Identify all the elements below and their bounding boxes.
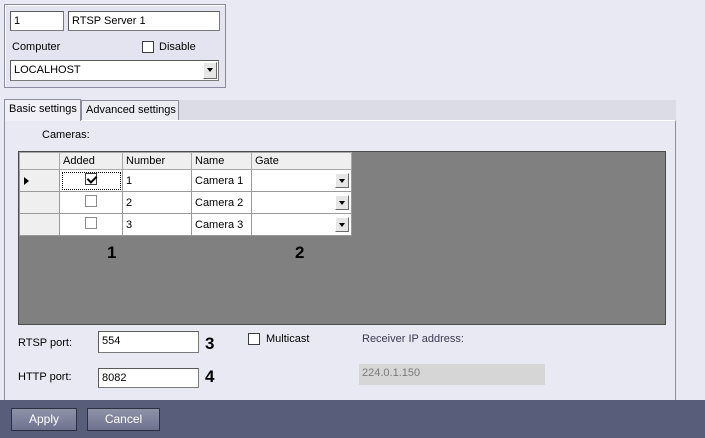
gate-cell[interactable] (251, 213, 352, 236)
current-row-arrow-icon (20, 170, 30, 192)
number-cell[interactable]: 2 (122, 191, 192, 214)
table-row[interactable]: 3 Camera 3 (19, 213, 352, 236)
receiver-ip-label: Receiver IP address: (362, 333, 464, 345)
column-header-added[interactable]: Added (59, 152, 123, 170)
name-cell[interactable]: Camera 1 (191, 169, 252, 192)
gate-cell[interactable] (251, 169, 352, 192)
row-selector[interactable] (19, 169, 60, 192)
gate-cell[interactable] (251, 191, 352, 214)
callout-1: 1 (107, 243, 117, 262)
computer-select-value: LOCALHOST (14, 64, 81, 76)
tab-strip-filler (179, 100, 676, 120)
cameras-grid: Added Number Name Gate 1 Camera 1 2 Came… (18, 151, 666, 325)
rtsp-port-label: RTSP port: (18, 337, 73, 349)
bottom-toolbar: Apply Cancel (0, 400, 705, 438)
chevron-down-icon[interactable] (335, 195, 349, 210)
added-checkbox[interactable] (85, 217, 97, 229)
http-port-label: HTTP port: (18, 371, 72, 383)
added-cell[interactable] (59, 191, 123, 214)
cancel-button[interactable]: Cancel (87, 408, 160, 431)
disable-label: Disable (159, 41, 196, 53)
name-cell[interactable]: Camera 3 (191, 213, 252, 236)
tab-basic-settings[interactable]: Basic settings (4, 99, 81, 121)
column-header-number[interactable]: Number (122, 152, 192, 170)
number-cell[interactable]: 1 (122, 169, 192, 192)
chevron-down-icon[interactable] (203, 62, 217, 79)
rtsp-port-input[interactable]: 554 (98, 331, 199, 353)
chevron-down-icon[interactable] (335, 173, 349, 188)
apply-button[interactable]: Apply (11, 408, 77, 431)
multicast-label: Multicast (266, 333, 310, 345)
table-row[interactable]: 1 Camera 1 (19, 169, 352, 192)
added-cell[interactable] (59, 169, 123, 192)
object-panel: 1 RTSP Server 1 Computer Disable LOCALHO… (4, 4, 226, 88)
computer-select[interactable]: LOCALHOST (10, 60, 219, 81)
name-cell[interactable]: Camera 2 (191, 191, 252, 214)
cameras-table: Added Number Name Gate 1 Camera 1 2 Came… (19, 152, 352, 236)
number-cell[interactable]: 3 (122, 213, 192, 236)
column-header-gate[interactable]: Gate (251, 152, 352, 170)
disable-checkbox[interactable] (142, 41, 154, 53)
added-checkbox[interactable] (85, 195, 97, 207)
table-header-row: Added Number Name Gate (19, 152, 352, 170)
table-row[interactable]: 2 Camera 2 (19, 191, 352, 214)
tab-advanced-settings[interactable]: Advanced settings (81, 100, 179, 120)
corner-cell (19, 152, 60, 170)
receiver-ip-input: 224.0.1.150 (359, 364, 545, 385)
chevron-down-icon[interactable] (335, 217, 349, 232)
http-port-input[interactable]: 8082 (98, 368, 199, 388)
object-id-field[interactable]: 1 (10, 11, 64, 31)
object-name-field[interactable]: RTSP Server 1 (68, 11, 220, 31)
cameras-label: Cameras: (42, 129, 90, 141)
callout-2: 2 (295, 243, 305, 262)
computer-label: Computer (12, 41, 61, 53)
column-header-name[interactable]: Name (191, 152, 252, 170)
row-selector[interactable] (19, 213, 60, 236)
added-checkbox[interactable] (85, 173, 97, 185)
added-cell[interactable] (59, 213, 123, 236)
callout-3: 3 (205, 334, 215, 353)
multicast-checkbox[interactable] (248, 333, 260, 345)
callout-4: 4 (205, 367, 215, 386)
row-selector[interactable] (19, 191, 60, 214)
